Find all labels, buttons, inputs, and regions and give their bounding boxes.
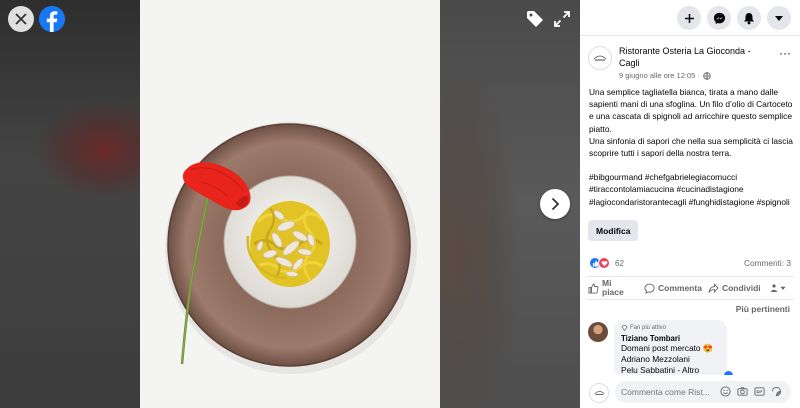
top-fan-badge: Fan più attivo (621, 325, 720, 331)
close-icon[interactable] (8, 6, 34, 32)
caret-down-icon (780, 286, 786, 290)
chevron-right-icon[interactable] (540, 189, 570, 219)
caret-down-icon[interactable] (767, 6, 791, 30)
share-audience-selector[interactable] (769, 283, 786, 293)
camera-icon[interactable] (736, 385, 748, 397)
comment-count[interactable]: Commenti: 3 (744, 258, 791, 268)
post-photo[interactable] (140, 0, 440, 408)
photo-blur-background-left (0, 0, 140, 408)
comment-text: Domani post mercato 😍 Adriano Mezzolani … (621, 343, 714, 375)
post-text: Una semplice tagliatella bianca, tirata … (589, 86, 793, 208)
hashtag-link[interactable]: #tiraccontolamiacucina (589, 184, 674, 194)
like-label: Mi piace (602, 278, 624, 297)
plus-icon[interactable] (677, 6, 701, 30)
tag-icon[interactable] (524, 8, 546, 30)
comment-sort-selector[interactable]: Più pertinenti (736, 304, 790, 314)
commenter-avatar[interactable] (588, 322, 608, 342)
love-reaction-icon[interactable] (598, 257, 610, 269)
top-navigation (580, 0, 800, 36)
photo-viewer (0, 0, 580, 408)
post-actions: Mi piace Commenta Condividi (586, 276, 794, 300)
share-button[interactable]: Condividi (708, 282, 761, 294)
messenger-icon[interactable] (707, 6, 731, 30)
page-avatar[interactable] (588, 46, 612, 70)
share-icon (708, 282, 719, 293)
hashtag-link[interactable]: #lagiocondaristorantecagli (589, 197, 686, 207)
composer-page-avatar[interactable] (589, 383, 609, 403)
diamond-icon (621, 325, 628, 331)
hashtag-link[interactable]: #spignoli (757, 197, 790, 207)
comment-label: Commenta (658, 283, 702, 293)
gif-icon[interactable] (753, 385, 765, 397)
notifications-icon[interactable] (737, 6, 761, 30)
post-header: Ristorante Osteria La Gioconda - Cagli 9… (588, 44, 794, 84)
edit-button[interactable]: Modifica (588, 220, 639, 241)
hashtag-link[interactable]: #bibgourmand (589, 172, 643, 182)
post-panel: Ristorante Osteria La Gioconda - Cagli 9… (580, 0, 800, 408)
share-label: Condividi (721, 283, 761, 293)
more-options-button[interactable]: ··· (776, 47, 794, 62)
comment-bubble: Fan più attivo Tiziano Tombari Domani po… (614, 320, 727, 378)
page-name-link[interactable]: Ristorante Osteria La Gioconda - Cagli (619, 45, 769, 69)
post-caption: Una semplice tagliatella bianca, tirata … (589, 87, 793, 159)
audience-icon (770, 284, 778, 292)
commenter-name[interactable]: Tiziano Tombari (621, 334, 720, 343)
emoji-icon[interactable] (719, 385, 731, 397)
sticker-icon[interactable] (770, 385, 782, 397)
fullscreen-icon[interactable] (552, 9, 572, 29)
post-meta: 9 giugno alle ore 12:05 · (619, 71, 711, 80)
composer-tools (719, 385, 782, 397)
hashtag-link[interactable]: #cucinadistagione (677, 184, 744, 194)
dish-illustration (165, 122, 417, 374)
comment-icon (644, 283, 655, 294)
post-timestamp[interactable]: 9 giugno alle ore 12:05 · (619, 71, 700, 80)
facebook-logo[interactable] (39, 6, 65, 32)
hashtag-link[interactable]: #funghidistagione (689, 197, 755, 207)
like-button[interactable]: Mi piace (588, 279, 636, 297)
comment-button[interactable]: Commenta (644, 283, 702, 294)
hashtag-link[interactable]: #chefgabrielegiacomucci (645, 172, 737, 182)
thumbs-up-icon (588, 282, 599, 294)
globe-icon (703, 71, 711, 80)
reaction-summary: 62 Commenti: 3 (589, 256, 791, 270)
comment-item: Fan più attivo Tiziano Tombari Domani po… (588, 320, 793, 378)
hashtag-list: #bibgourmand #chefgabrielegiacomucci #ti… (589, 171, 793, 208)
comment-composer (580, 375, 800, 408)
top-fan-label: Fan più attivo (630, 325, 667, 331)
reaction-count[interactable]: 62 (615, 259, 624, 268)
